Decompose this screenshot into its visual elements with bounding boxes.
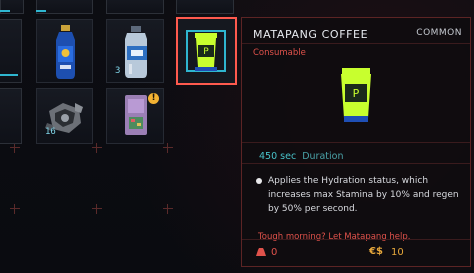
inventory-slot-chip[interactable]: ! [106,88,164,144]
warning-badge-icon: ! [148,93,159,104]
item-price: 10 [391,247,404,258]
item-name: MATAPANG COFFEE [253,28,369,41]
item-quantity: 3 [115,66,121,76]
coffee-cup-icon: P [341,68,371,122]
divider [242,142,470,143]
energy-drink-bottle-icon [56,25,75,79]
inventory-slot-water-bottle[interactable]: 3 [106,19,164,83]
inventory-slot[interactable] [176,0,234,14]
svg-text:P: P [203,47,209,57]
tooltip-footer: 0 €$ 10 [242,240,470,266]
item-rarity: COMMON [416,28,462,38]
eurodollar-icon: €$ [369,246,383,257]
divider [242,43,470,44]
effect-duration: 450 sec Duration [259,151,343,162]
slot-highlight-edge [36,10,46,12]
bullet-icon [256,178,262,184]
slot-highlight-edge [0,10,10,12]
item-tooltip: MATAPANG COFFEE COMMON Consumable P 450 … [241,17,471,267]
svg-text:P: P [353,87,360,100]
item-weight: 0 [271,247,278,258]
divider [242,163,470,164]
item-quantity: 16 [45,127,56,137]
duration-label: Duration [302,151,344,162]
grid-cross-decoration [10,204,20,214]
item-type: Consumable [253,48,306,58]
item-effect-text: Applies the Hydration status, which incr… [268,176,459,214]
grid-cross-decoration [92,204,102,214]
grid-cross-decoration [10,143,20,153]
weight-icon [256,248,266,256]
inventory-slot-selected-coffee[interactable]: P [176,17,237,85]
coffee-cup-icon: P [186,30,226,72]
slot-highlight-edge [0,74,18,76]
inventory-slot-energy-drink[interactable] [36,19,93,83]
inventory-slot[interactable] [106,0,164,14]
grid-cross-decoration [163,204,173,214]
inventory-slot-scrap[interactable]: 16 [36,88,93,144]
inventory-slot[interactable] [0,88,22,144]
duration-value: 450 sec [259,151,297,162]
